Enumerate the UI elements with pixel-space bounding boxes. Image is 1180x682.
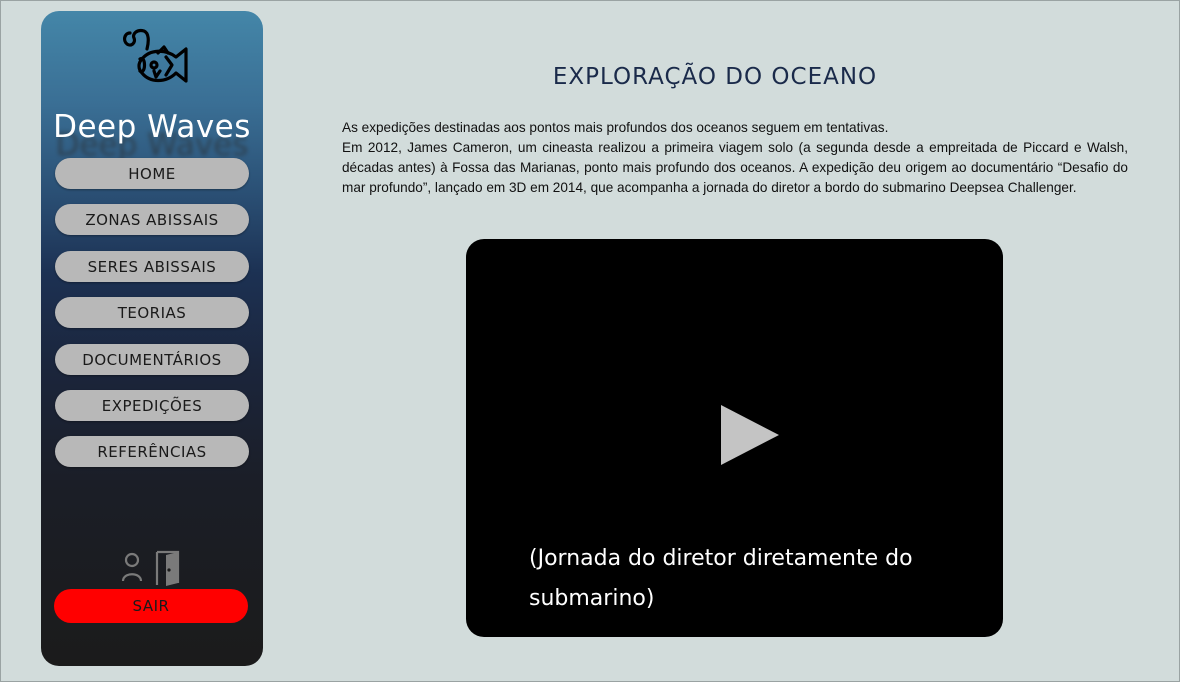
brand-name: Deep Waves <box>53 109 251 145</box>
intro-paragraph: Em 2012, James Cameron, um cineasta real… <box>342 140 1128 195</box>
anglerfish-icon <box>123 28 188 83</box>
account-icons <box>121 550 183 590</box>
video-player[interactable]: (Jornada do diretor diretamente do subma… <box>466 239 1003 637</box>
nav-documentarios-button[interactable]: DOCUMENTÁRIOS <box>55 344 249 375</box>
nav-zonas-abissais-button[interactable]: ZONAS ABISSAIS <box>55 204 249 235</box>
intro-text: As expedições destinadas aos pontos mais… <box>342 118 1128 198</box>
page-title: EXPLORAÇÃO DO OCEANO <box>552 64 878 90</box>
play-icon[interactable] <box>721 405 779 465</box>
door-exit-icon[interactable] <box>154 550 182 586</box>
user-icon[interactable] <box>121 552 143 582</box>
nav-expedicoes-button[interactable]: EXPEDIÇÕES <box>55 390 249 421</box>
nav-teorias-button[interactable]: TEORIAS <box>55 297 249 328</box>
nav-home-button[interactable]: HOME <box>55 158 249 189</box>
intro-paragraph: As expedições destinadas aos pontos mais… <box>342 120 889 135</box>
sidebar: Deep Waves Deep Waves HOME ZONAS ABISSAI… <box>41 11 263 666</box>
logout-button[interactable]: SAIR <box>54 589 248 623</box>
nav-seres-abissais-button[interactable]: SERES ABISSAIS <box>55 251 249 282</box>
nav-referencias-button[interactable]: REFERÊNCIAS <box>55 436 249 467</box>
video-caption: (Jornada do diretor diretamente do subma… <box>529 546 913 611</box>
